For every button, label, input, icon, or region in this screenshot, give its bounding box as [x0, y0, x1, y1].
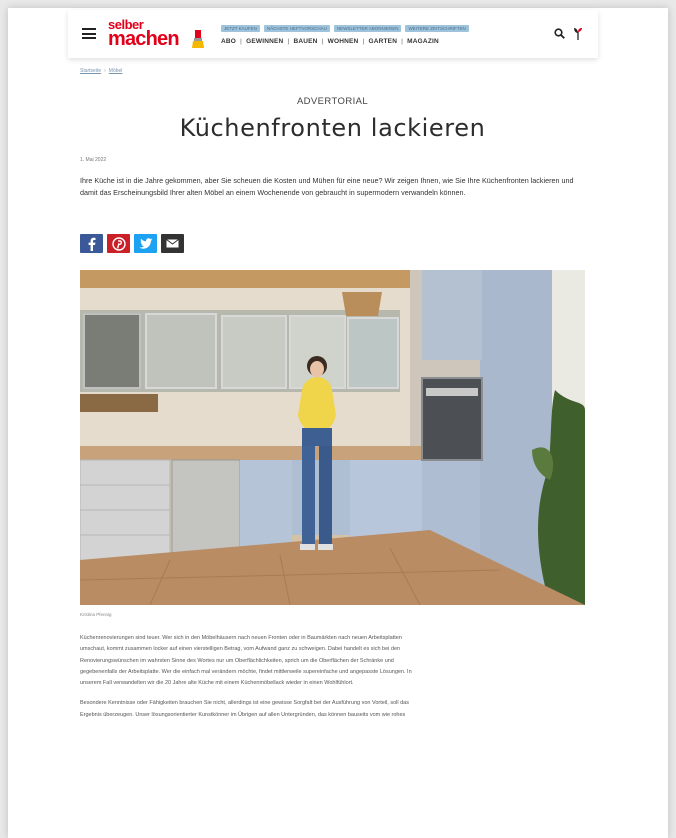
share-buttons [80, 234, 184, 253]
promo-link[interactable]: NEWSLETTER ABONNIEREN [333, 25, 402, 32]
nav-separator: | [362, 38, 365, 45]
promo-link[interactable]: WEITERE ZEITSCHRIFTEN [405, 25, 469, 32]
article-body: Küchenrenovierungen sind teuer. Wer sich… [80, 633, 415, 730]
share-twitter-button[interactable] [134, 234, 157, 253]
share-email-button[interactable] [161, 234, 184, 253]
share-facebook-button[interactable] [80, 234, 103, 253]
nav-separator: | [240, 38, 243, 45]
email-icon [166, 239, 179, 248]
promo-links: JETZT KAUFEN NÄCHSTE HEFTVORSCHAU NEWSLE… [221, 25, 469, 32]
pinterest-icon [111, 236, 126, 251]
logo-main-text: machen [108, 28, 180, 50]
nav-item-gewinnen[interactable]: GEWINNEN [246, 38, 283, 45]
article-kicker: ADVERTORIAL [296, 96, 369, 107]
article-paragraph: Besondere Kenntnisse oder Fähigkeiten br… [80, 700, 409, 718]
plant-icon[interactable] [573, 27, 583, 40]
nav-item-wohnen[interactable]: WOHNEN [328, 38, 359, 45]
hero-image-kitchen [80, 270, 585, 605]
article-intro: Ihre Küche ist in die Jahre gekommen, ab… [80, 176, 574, 197]
breadcrumb-separator: › [104, 68, 106, 74]
nav-item-abo[interactable]: ABO [221, 38, 236, 45]
site-logo[interactable]: selber machen [108, 18, 208, 50]
page-title: Küchenfronten lackieren [179, 114, 486, 142]
paintbrush-icon [192, 30, 204, 48]
facebook-icon [88, 237, 95, 251]
breadcrumb-item-home[interactable]: Startseite [80, 68, 101, 74]
main-navigation: ABO | GEWINNEN | BAUEN | WOHNEN | GARTEN | MA… [221, 38, 439, 45]
nav-separator: | [287, 38, 290, 45]
promo-link[interactable]: JETZT KAUFEN [221, 25, 260, 32]
image-credit: Kristina Pfennig [80, 612, 112, 617]
nav-separator: | [321, 38, 324, 45]
article-paragraph: Küchenrenovierungen sind teuer. Wer sich… [80, 635, 412, 687]
share-pinterest-button[interactable] [107, 234, 130, 253]
search-icon[interactable] [554, 28, 565, 39]
nav-separator: | [401, 38, 404, 45]
nav-item-garten[interactable]: GARTEN [368, 38, 397, 45]
twitter-icon [138, 237, 152, 249]
article-date: 1. Mai 2022 [80, 157, 107, 163]
breadcrumb: Startseite › Möbel [80, 68, 122, 74]
hamburger-menu-icon[interactable] [82, 28, 96, 39]
breadcrumb-item-moebel[interactable]: Möbel [109, 68, 123, 74]
nav-item-bauen[interactable]: BAUEN [293, 38, 317, 45]
promo-link[interactable]: NÄCHSTE HEFTVORSCHAU [263, 25, 330, 32]
nav-item-magazin[interactable]: MAGAZIN [407, 38, 439, 45]
site-header: selber machen JETZT KAUFEN NÄCHSTE HEFTV… [68, 10, 598, 58]
